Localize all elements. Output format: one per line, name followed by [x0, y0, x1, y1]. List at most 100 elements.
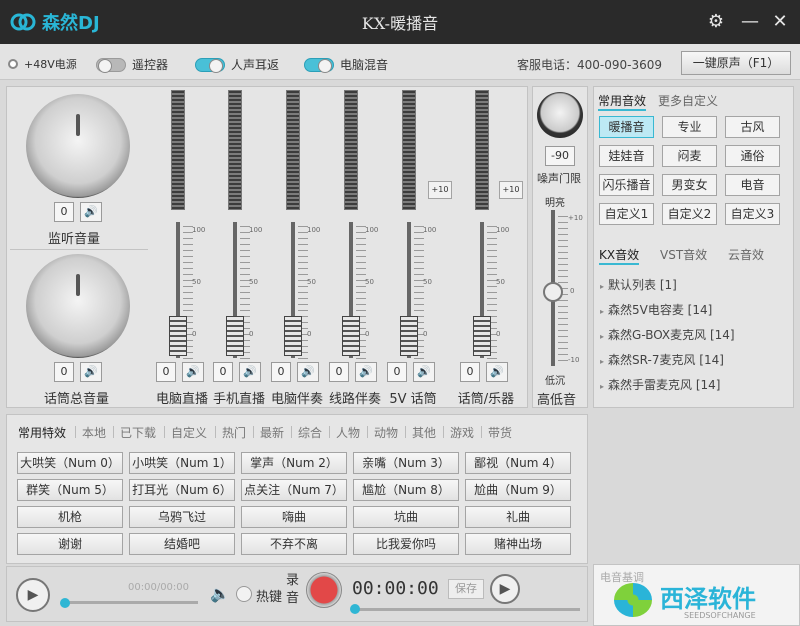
- settings-gear-icon[interactable]: ⚙: [704, 10, 728, 34]
- channel-speaker-icon[interactable]: 🔊: [297, 362, 319, 382]
- effect-preset-button[interactable]: 闷麦: [662, 145, 717, 167]
- fader-tick-label: 50: [496, 278, 505, 286]
- effect-preset-button[interactable]: 自定义2: [662, 203, 717, 225]
- hotkey-radio[interactable]: [236, 586, 252, 602]
- sound-effect-button[interactable]: 机枪: [17, 506, 123, 528]
- monitor-volume-knob[interactable]: [26, 94, 130, 198]
- category-tab[interactable]: 游戏: [450, 424, 474, 441]
- fader-handle[interactable]: [473, 316, 491, 356]
- channel-speaker-icon[interactable]: 🔊: [355, 362, 377, 382]
- play-seek-bar[interactable]: [62, 601, 198, 604]
- category-tab[interactable]: 最新: [260, 424, 284, 441]
- sound-effect-button[interactable]: 尴尬（Num 8）: [353, 479, 459, 501]
- ear-return-switch-icon[interactable]: [195, 57, 225, 73]
- category-tab[interactable]: 人物: [336, 424, 360, 441]
- sound-effect-button[interactable]: 尬曲（Num 9）: [465, 479, 571, 501]
- play-icon[interactable]: ▶: [16, 578, 50, 612]
- category-tab[interactable]: 热门: [222, 424, 246, 441]
- channel-speaker-icon[interactable]: 🔊: [182, 362, 204, 382]
- fader-handle[interactable]: [169, 316, 187, 356]
- sound-effect-button[interactable]: 群笑（Num 5）: [17, 479, 123, 501]
- category-tab[interactable]: 动物: [374, 424, 398, 441]
- pc-mix-switch-icon[interactable]: [304, 57, 334, 73]
- record-button[interactable]: [306, 572, 342, 608]
- effect-preset-button[interactable]: 电音: [725, 174, 780, 196]
- tab-vst-effects[interactable]: VST音效: [660, 246, 707, 263]
- tab-cloud-effects[interactable]: 云音效: [728, 246, 764, 263]
- fader-tick-label: 50: [192, 278, 201, 286]
- master-mic-volume-knob[interactable]: [26, 254, 130, 358]
- sound-effect-button[interactable]: 亲嘴（Num 3）: [353, 452, 459, 474]
- sound-effect-button[interactable]: 点关注（Num 7）: [241, 479, 347, 501]
- effect-list-item[interactable]: ▸ 森然SR-7麦克风 [14]: [600, 351, 724, 368]
- sound-effect-button[interactable]: 打耳光（Num 6）: [129, 479, 235, 501]
- effect-preset-button[interactable]: 男变女: [662, 174, 717, 196]
- effect-preset-button[interactable]: 自定义3: [725, 203, 780, 225]
- master-mic-speaker-icon[interactable]: 🔊: [80, 362, 102, 382]
- category-tab[interactable]: 综合: [298, 424, 322, 441]
- category-tab[interactable]: 已下载: [120, 424, 156, 441]
- channel-speaker-icon[interactable]: 🔊: [413, 362, 435, 382]
- level-meter: [171, 90, 185, 210]
- category-tab[interactable]: 带货: [488, 424, 512, 441]
- category-tab[interactable]: 常用特效: [18, 424, 66, 441]
- eq-slider-handle[interactable]: [543, 282, 563, 302]
- fader-handle[interactable]: [284, 316, 302, 356]
- tab-kx-effects[interactable]: KX音效: [599, 246, 640, 265]
- sound-effect-button[interactable]: 坑曲: [353, 506, 459, 528]
- effect-list-item[interactable]: ▸ 森然手雷麦克风 [14]: [600, 376, 720, 393]
- sound-effect-button[interactable]: 谢谢: [17, 533, 123, 555]
- category-tab[interactable]: 其他: [412, 424, 436, 441]
- noise-gate-knob[interactable]: [537, 92, 583, 138]
- sound-effect-button[interactable]: 赌神出场: [465, 533, 571, 555]
- tab-more-custom[interactable]: 更多自定义: [658, 92, 718, 109]
- volume-icon[interactable]: 🔈: [210, 584, 230, 603]
- chevron-right-icon: ▸: [600, 357, 605, 366]
- pc-mix-toggle[interactable]: 电脑混音: [304, 56, 388, 73]
- one-click-restore-button[interactable]: 一键原声（F1）: [681, 51, 791, 75]
- sound-effect-button[interactable]: 鄙视（Num 4）: [465, 452, 571, 474]
- sound-effect-button[interactable]: 不弃不离: [241, 533, 347, 555]
- play-seek-handle[interactable]: [60, 598, 70, 608]
- sound-effect-button[interactable]: 大哄笑（Num 0）: [17, 452, 123, 474]
- effect-preset-button[interactable]: 古风: [725, 116, 780, 138]
- sound-effect-button[interactable]: 礼曲: [465, 506, 571, 528]
- ear-return-toggle[interactable]: 人声耳返: [195, 56, 279, 73]
- fader-handle[interactable]: [400, 316, 418, 356]
- effect-preset-button[interactable]: 专业: [662, 116, 717, 138]
- sound-effect-button[interactable]: 乌鸦飞过: [129, 506, 235, 528]
- category-tab[interactable]: 本地: [82, 424, 106, 441]
- tab-common-effects[interactable]: 常用音效: [598, 92, 647, 111]
- sound-effect-button[interactable]: 比我爱你吗: [353, 533, 459, 555]
- sound-effect-button[interactable]: 小哄笑（Num 1）: [129, 452, 235, 474]
- remote-switch-icon[interactable]: [96, 57, 126, 73]
- effect-preset-button[interactable]: 暖播音: [599, 116, 654, 138]
- sound-effect-button[interactable]: 掌声（Num 2）: [241, 452, 347, 474]
- fader-handle[interactable]: [226, 316, 244, 356]
- remote-toggle[interactable]: 遥控器: [96, 56, 168, 73]
- plus10-button[interactable]: +10: [499, 181, 523, 199]
- sound-effect-button[interactable]: 嗨曲: [241, 506, 347, 528]
- category-tab[interactable]: 自定义: [171, 424, 207, 441]
- effect-list-item[interactable]: ▸ 默认列表 [1]: [600, 276, 677, 293]
- record-seek-handle[interactable]: [350, 604, 360, 614]
- record-play-icon[interactable]: ▶: [490, 574, 520, 604]
- effect-list-item[interactable]: ▸ 森然G-BOX麦克风 [14]: [600, 326, 735, 343]
- effect-preset-button[interactable]: 自定义1: [599, 203, 654, 225]
- effect-preset-button[interactable]: 娃娃音: [599, 145, 654, 167]
- fader-handle[interactable]: [342, 316, 360, 356]
- minimize-icon[interactable]: —: [738, 10, 762, 34]
- plus10-button[interactable]: +10: [428, 181, 452, 199]
- effect-list-item[interactable]: ▸ 森然5V电容麦 [14]: [600, 301, 712, 318]
- record-seek-bar[interactable]: [354, 608, 580, 611]
- channel-speaker-icon[interactable]: 🔊: [486, 362, 508, 382]
- sound-effect-button[interactable]: 结婚吧: [129, 533, 235, 555]
- monitor-speaker-icon[interactable]: 🔊: [80, 202, 102, 222]
- save-button[interactable]: 保存: [448, 579, 484, 599]
- effect-preset-button[interactable]: 闪乐播音: [599, 174, 654, 196]
- phantom-power-toggle[interactable]: +48V电源: [8, 56, 77, 72]
- channel-speaker-icon[interactable]: 🔊: [239, 362, 261, 382]
- effect-preset-button[interactable]: 通俗: [725, 145, 780, 167]
- close-icon[interactable]: ✕: [768, 10, 792, 34]
- watermark-sub: SEEDSOFCHANGE: [684, 611, 756, 620]
